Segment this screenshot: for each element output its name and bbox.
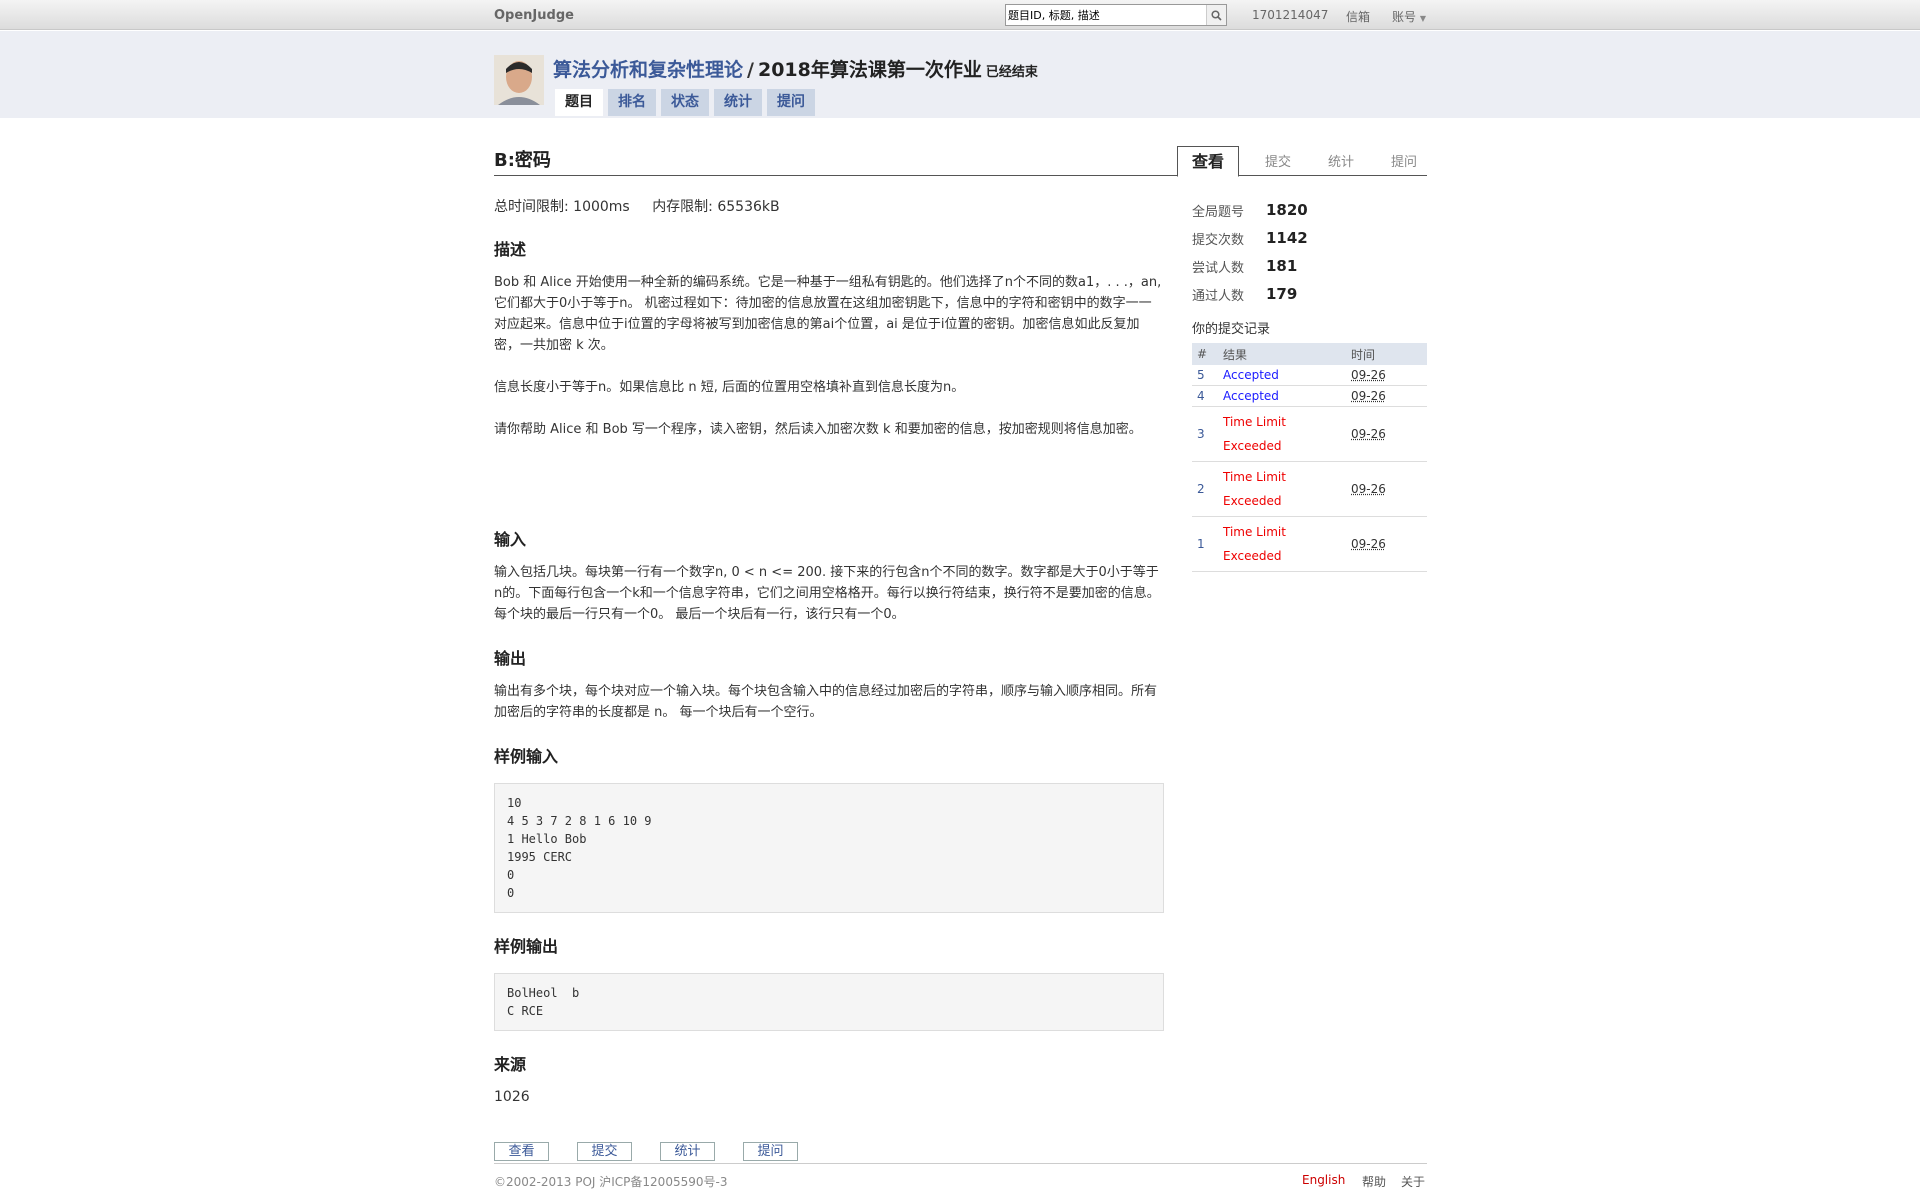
stat-row: 提交次数 1142 [1192,224,1427,252]
submission-number: 3 [1192,406,1218,462]
search-button[interactable] [1206,5,1226,25]
tab-statistics[interactable]: 统计 [714,89,762,116]
divider [494,175,1177,176]
stat-row: 尝试人数 181 [1192,252,1427,280]
stat-label: 全局题号 [1192,204,1245,220]
avatar [494,55,544,105]
tab-questions[interactable]: 提问 [767,89,815,116]
copyright-text: ©2002-2013 POJ 沪ICP备12005590号-3 [494,1175,728,1189]
description-paragraph: 请你帮助 Alice 和 Bob 写一个程序，读入密钥，然后读入加密次数 k 和… [494,422,1142,437]
submission-number: 4 [1192,385,1218,407]
stat-row: 通过人数 179 [1192,280,1427,308]
column-header: 时间 [1346,343,1427,365]
problem-title: B:密码 [494,150,551,171]
submission-number: 1 [1192,516,1218,572]
stat-value: 181 [1266,257,1298,275]
chevron-down-icon: ▼ [1419,14,1426,23]
input-heading: 输入 [494,530,527,549]
stat-row: 全局题号 1820 [1192,196,1427,224]
stat-label: 提交次数 [1192,232,1245,248]
table-row: 1 Time Limit Exceeded 09-26 [1192,516,1427,572]
brand-logo[interactable]: OpenJudge [494,8,574,23]
source-value: 1026 [494,1089,530,1105]
search-icon [1211,9,1222,21]
submission-result-link[interactable]: Accepted [1218,385,1346,407]
top-bar: OpenJudge 1701214047 信箱 账号 ▼ [0,0,1920,30]
submission-result-link[interactable]: Accepted [1218,365,1346,386]
course-link[interactable]: 算法分析和复杂性理论 [553,59,743,81]
problem-action-tabs: 查看 提交 统计 提问 [1177,146,1427,177]
sample-input-block: 10 4 5 3 7 2 8 1 6 10 9 1 Hello Bob 1995… [494,783,1164,913]
column-header: 结果 [1218,343,1346,365]
stat-label: 通过人数 [1192,288,1245,304]
statistics-button[interactable]: 统计 [660,1142,715,1161]
ask-button[interactable]: 提问 [743,1142,798,1161]
title-separator: / [747,59,754,81]
problem-sidebar: 全局题号 1820 提交次数 1142 尝试人数 181 通过人数 179 你的… [1192,196,1427,572]
output-description: 输出有多个块，每个块对应一个输入块。每个块包含输入中的信息经过加密后的字符串，顺… [494,684,1158,720]
table-row: 3 Time Limit Exceeded 09-26 [1192,406,1427,462]
tab-status[interactable]: 状态 [661,89,709,116]
sample-output-block: BolHeol b C RCE [494,973,1164,1031]
search-box [1005,4,1227,26]
account-menu[interactable]: 账号 ▼ [1392,8,1426,25]
tab-view[interactable]: 查看 [1177,146,1240,177]
tab-problem-statistics[interactable]: 统计 [1328,146,1354,176]
submission-number: 2 [1192,461,1218,517]
tab-problems[interactable]: 题目 [555,89,603,116]
description-paragraph: Bob 和 Alice 开始使用一种全新的编码系统。它是一种基于一组私有钥匙的。… [494,275,1162,353]
english-link[interactable]: English [1302,1173,1345,1187]
memory-limit: 内存限制: 65536kB [652,199,780,215]
submission-number: 5 [1192,365,1218,386]
sample-output-heading: 样例输出 [494,937,559,956]
tab-submit[interactable]: 提交 [1265,146,1291,176]
submission-history-table: # 结果 时间 5 Accepted 09-26 4 Accepted 09-2… [1192,343,1427,572]
user-id-link[interactable]: 1701214047 [1252,8,1328,22]
submission-result-link[interactable]: Time Limit Exceeded [1218,406,1346,462]
about-link[interactable]: 关于 [1401,1173,1425,1190]
stat-label: 尝试人数 [1192,260,1245,276]
submit-button[interactable]: 提交 [577,1142,632,1161]
search-input[interactable] [1006,5,1206,25]
tab-ask[interactable]: 提问 [1391,146,1417,176]
input-description: 输入包括几块。每块第一行有一个数字n, 0 < n <= 200. 接下来的行包… [494,565,1160,622]
description-heading: 描述 [494,240,527,259]
submission-result-link[interactable]: Time Limit Exceeded [1218,461,1346,517]
bottom-actions: 查看 提交 统计 提问 [494,1142,826,1161]
mailbox-link[interactable]: 信箱 [1346,8,1370,25]
submission-time: 09-26 [1346,385,1427,407]
stat-value: 179 [1266,285,1298,303]
submission-time: 09-26 [1346,516,1427,572]
contest-name: 2018年算法课第一次作业 [757,59,982,81]
problem-content: 总时间限制: 1000ms 内存限制: 65536kB 描述 Bob 和 Ali… [494,196,1164,1108]
submission-time: 09-26 [1346,365,1427,386]
account-label: 账号 [1392,10,1417,24]
stat-value: 1820 [1266,201,1308,219]
table-row: 5 Accepted 09-26 [1192,365,1427,386]
column-header: # [1192,343,1218,365]
tab-ranking[interactable]: 排名 [608,89,656,116]
contest-tabs: 题目 排名 状态 统计 提问 [555,89,815,116]
submission-time: 09-26 [1346,406,1427,462]
problem-limits: 总时间限制: 1000ms 内存限制: 65536kB [494,196,1164,216]
contest-title: 算法分析和复杂性理论/2018年算法课第一次作业 已经结束 [553,55,1038,82]
source-heading: 来源 [494,1055,527,1074]
description-paragraph: 信息长度小于等于n。如果信息比 n 短, 后面的位置用空格填补直到信息长度为n。 [494,380,965,395]
submission-history-title: 你的提交记录 [1192,322,1271,337]
status-badge: 已经结束 [985,65,1038,80]
table-row: 2 Time Limit Exceeded 09-26 [1192,461,1427,517]
divider [494,1163,1427,1164]
sample-input-heading: 样例输入 [494,747,559,766]
help-link[interactable]: 帮助 [1362,1173,1386,1190]
output-heading: 输出 [494,649,527,668]
submission-time: 09-26 [1346,461,1427,517]
view-button[interactable]: 查看 [494,1142,549,1161]
time-limit: 总时间限制: 1000ms [494,199,630,215]
table-row: 4 Accepted 09-26 [1192,385,1427,407]
stat-value: 1142 [1266,229,1308,247]
submission-result-link[interactable]: Time Limit Exceeded [1218,516,1346,572]
